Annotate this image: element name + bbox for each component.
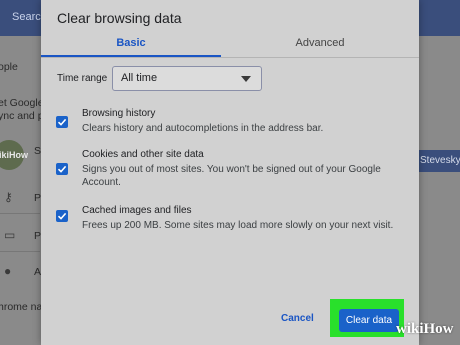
background-text: et Google — [0, 97, 44, 109]
cached-images-title: Cached images and files — [82, 205, 192, 216]
background-text: P — [34, 230, 42, 242]
clear-data-button[interactable]: Clear data — [339, 309, 399, 332]
caret-down-icon — [241, 76, 251, 82]
cancel-button[interactable]: Cancel — [281, 313, 314, 324]
watermark-logo: wikiHow — [396, 321, 454, 337]
cookies-description: Signs you out of most sites. You won't b… — [82, 164, 381, 188]
background-text: S — [34, 145, 42, 157]
cached-images-description: Frees up 200 MB. Some sites may load mor… — [82, 220, 394, 231]
account-button[interactable]: Stevesky — [412, 150, 460, 172]
time-range-label: Time range — [57, 73, 108, 84]
card-icon: ▭ — [4, 228, 16, 242]
background-text: ync and p — [0, 110, 44, 122]
key-icon: ⚷ — [4, 190, 13, 204]
clear-browsing-data-dialog: Clear browsing data Basic Advanced Time … — [41, 0, 419, 345]
browsing-history-title: Browsing history — [82, 108, 156, 119]
check-icon — [57, 212, 67, 220]
browsing-history-description: Clears history and autocompletions in th… — [82, 123, 324, 134]
background-text: ople — [0, 61, 18, 73]
cookies-title: Cookies and other site data — [82, 149, 204, 160]
background-text: hrome na — [0, 301, 43, 313]
check-icon — [57, 165, 67, 173]
tab-basic[interactable]: Basic — [41, 37, 221, 49]
cookies-checkbox[interactable] — [56, 163, 68, 175]
location-icon: ● — [4, 264, 12, 278]
background-text: P — [34, 192, 42, 204]
time-range-select[interactable]: All time — [112, 66, 262, 91]
browsing-history-checkbox[interactable] — [56, 116, 68, 128]
check-icon — [57, 118, 67, 126]
divider — [0, 251, 40, 252]
background-text: A — [34, 266, 42, 278]
cached-images-checkbox[interactable] — [56, 210, 68, 222]
tab-divider — [41, 57, 419, 58]
time-range-value: All time — [121, 72, 158, 84]
tab-advanced[interactable]: Advanced — [221, 37, 419, 49]
dialog-title: Clear browsing data — [57, 10, 182, 26]
divider — [0, 213, 40, 214]
